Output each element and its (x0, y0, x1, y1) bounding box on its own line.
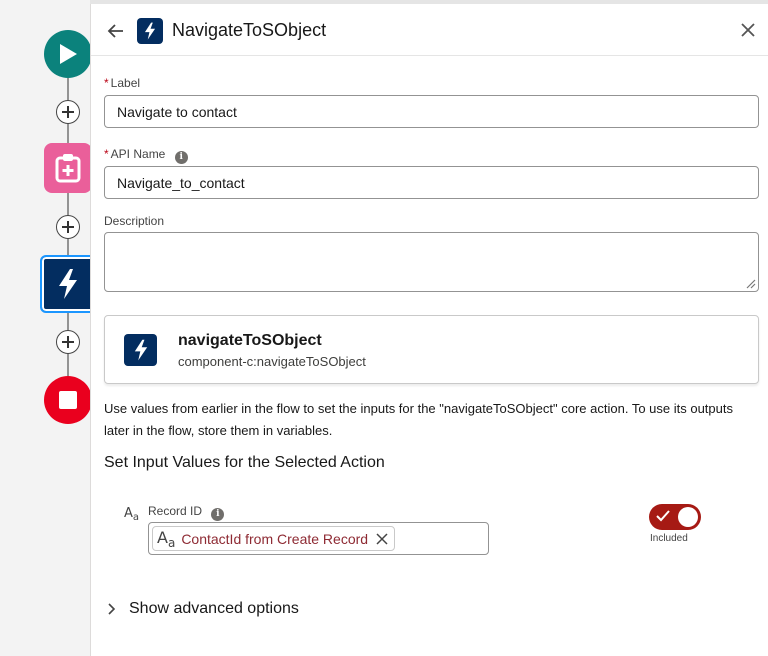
flow-canvas[interactable] (0, 0, 96, 656)
input-values-heading: Set Input Values for the Selected Action (104, 454, 385, 471)
panel-title: NavigateToSObject (172, 20, 327, 40)
text-type-icon: Aa (157, 527, 176, 550)
toggle-status-label: Included (650, 533, 688, 544)
action-node-selected[interactable] (40, 255, 96, 313)
close-icon[interactable] (739, 21, 757, 39)
record-id-label: Record ID i (148, 504, 225, 521)
assignment-node[interactable] (44, 143, 92, 193)
action-card-icon (124, 334, 157, 366)
resource-pill[interactable]: Aa ContactId from Create Record (152, 526, 396, 551)
include-toggle[interactable] (649, 504, 701, 530)
label-input[interactable]: Navigate to contact (104, 95, 759, 128)
back-arrow-icon[interactable] (105, 20, 127, 42)
plus-icon (62, 336, 74, 348)
pill-label: ContactId from Create Record (181, 530, 369, 547)
info-icon[interactable]: i (211, 508, 225, 521)
required-mark: * (104, 147, 109, 161)
lightning-icon (134, 339, 147, 361)
chevron-right-icon (108, 603, 116, 615)
play-icon (60, 44, 77, 64)
help-text: Use values from earlier in the flow to s… (104, 401, 733, 438)
resize-handle-icon[interactable] (744, 277, 756, 289)
lightning-icon (59, 269, 77, 299)
start-node[interactable] (44, 30, 92, 78)
required-mark: * (104, 76, 109, 90)
info-icon[interactable]: i (174, 151, 188, 164)
add-element-button[interactable] (56, 100, 80, 124)
label-field-label: * Label (104, 76, 141, 90)
plus-icon (62, 221, 74, 233)
action-component: component-c:navigateToSObject (178, 354, 366, 369)
api-name-input[interactable]: Navigate_to_contact (104, 166, 759, 199)
description-textarea[interactable] (104, 232, 759, 292)
record-id-input[interactable]: Aa ContactId from Create Record (148, 522, 489, 555)
properties-panel: NavigateToSObject * Label Navigate to con… (90, 4, 768, 656)
toggle-knob (678, 507, 698, 527)
panel-header: NavigateToSObject (91, 4, 768, 56)
action-name: navigateToSObject (178, 332, 322, 349)
end-node[interactable] (44, 376, 92, 424)
stop-icon (59, 391, 77, 409)
add-element-button[interactable] (56, 215, 80, 239)
text-type-icon: Aa (124, 506, 140, 523)
show-advanced-options[interactable]: Show advanced options (104, 600, 299, 618)
check-icon (656, 510, 670, 522)
plus-icon (62, 106, 74, 118)
add-element-button[interactable] (56, 330, 80, 354)
action-type-icon (137, 18, 163, 44)
advanced-options-label: Show advanced options (129, 600, 299, 617)
description-field-label: Description (104, 214, 165, 228)
lightning-icon (144, 22, 156, 40)
api-name-field-label: * API Name i (104, 147, 188, 164)
selected-action-card: navigateToSObject component-c:navigateTo… (104, 315, 759, 384)
clipboard-plus-icon (55, 154, 81, 183)
remove-icon[interactable] (376, 532, 388, 545)
